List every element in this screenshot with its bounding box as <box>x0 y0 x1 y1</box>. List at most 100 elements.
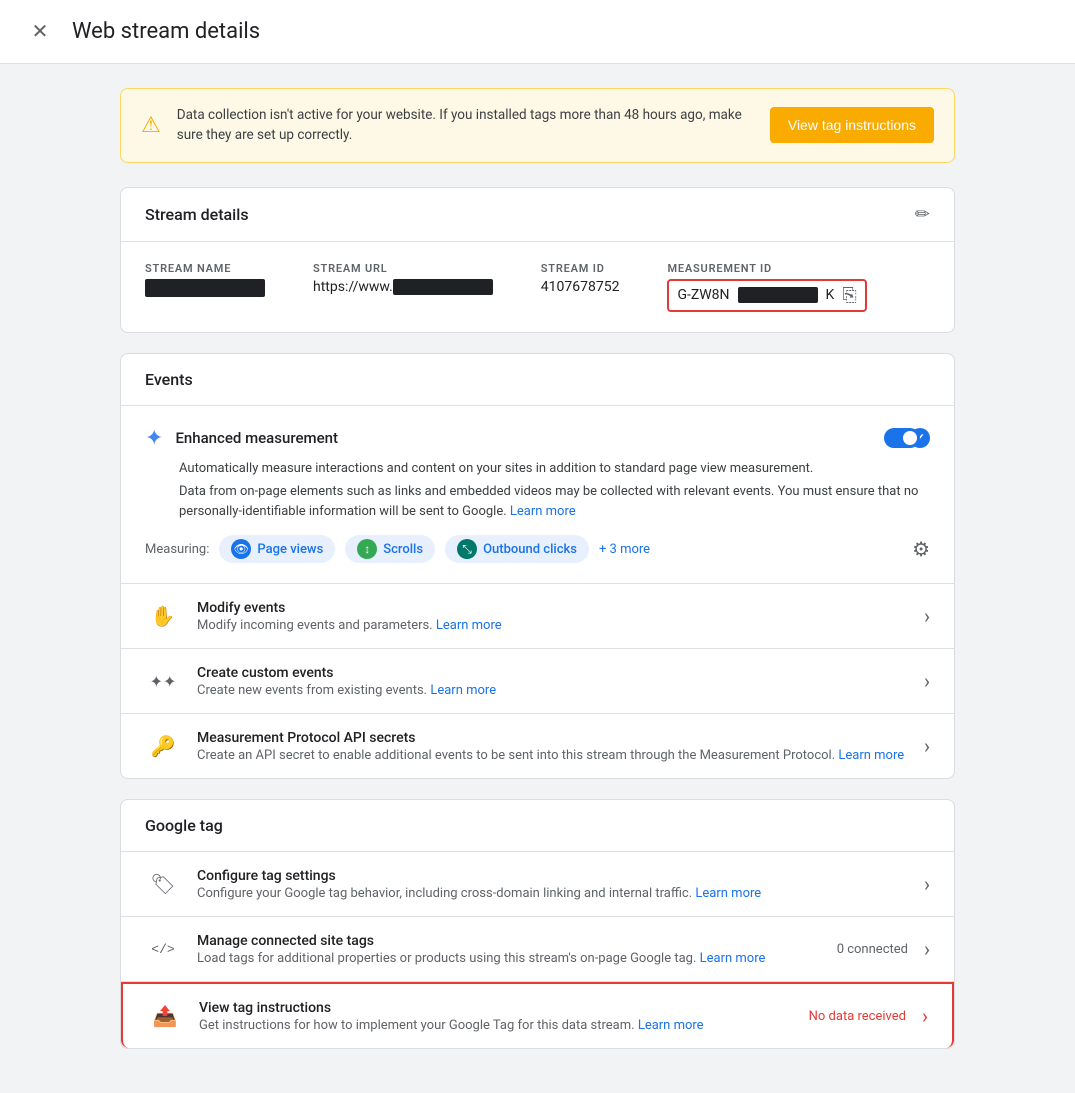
connected-status: 0 connected <box>837 942 908 957</box>
measurement-protocol-info: Measurement Protocol API secrets Create … <box>197 730 908 763</box>
measurement-protocol-desc: Create an API secret to enable additiona… <box>197 748 908 763</box>
manage-connected-title: Manage connected site tags <box>197 933 821 949</box>
create-custom-events-chevron: › <box>924 669 930 693</box>
measurement-id-value <box>738 287 818 303</box>
measuring-label: Measuring: <box>145 542 209 557</box>
page-views-label: Page views <box>257 542 323 557</box>
stream-url-label: STREAM URL <box>313 262 493 275</box>
copy-icon[interactable]: ⎘ <box>842 285 856 306</box>
configure-tag-chevron: › <box>924 872 930 896</box>
alert-text: Data collection isn't active for your we… <box>177 105 754 146</box>
create-custom-events-row[interactable]: ✦✦ Create custom events Create new event… <box>121 649 954 714</box>
measurement-id-suffix: K <box>826 287 835 303</box>
modify-events-learn-more[interactable]: Learn more <box>436 618 502 633</box>
alert-banner: ⚠ Data collection isn't active for your … <box>120 88 955 163</box>
measuring-row: Measuring: 👁 Page views ↕ Scrolls ⤡ Outb… <box>145 535 930 563</box>
enhanced-header: ✦ Enhanced measurement <box>145 426 930 451</box>
configure-tag-desc: Configure your Google tag behavior, incl… <box>197 886 908 901</box>
stream-details-header: Stream details ✏ <box>121 188 954 242</box>
events-card-header: Events <box>121 354 954 406</box>
manage-connected-icon: </> <box>145 931 181 967</box>
modify-events-row[interactable]: ✋ Modify events Modify incoming events a… <box>121 584 954 649</box>
view-tag-instructions-icon: 📤 <box>147 998 183 1034</box>
enhanced-title-row: ✦ Enhanced measurement <box>145 426 338 451</box>
manage-connected-desc: Load tags for additional properties or p… <box>197 951 821 966</box>
modify-events-info: Modify events Modify incoming events and… <box>197 600 908 633</box>
modify-events-chevron: › <box>924 604 930 628</box>
stream-fields: STREAM NAME STREAM URL https://www. STRE… <box>121 242 954 332</box>
modify-events-icon: ✋ <box>145 598 181 634</box>
stream-name-label: STREAM NAME <box>145 262 265 275</box>
enhanced-desc1: Automatically measure interactions and c… <box>179 459 930 479</box>
stream-id-field: STREAM ID 4107678752 <box>541 262 620 312</box>
create-custom-events-desc: Create new events from existing events. … <box>197 683 908 698</box>
create-custom-events-info: Create custom events Create new events f… <box>197 665 908 698</box>
enhanced-title: Enhanced measurement <box>175 429 338 447</box>
manage-connected-row[interactable]: </> Manage connected site tags Load tags… <box>121 917 954 982</box>
create-custom-events-title: Create custom events <box>197 665 908 681</box>
view-tag-instructions-desc: Get instructions for how to implement yo… <box>199 1018 793 1033</box>
measurement-id-field: MEASUREMENT ID G-ZW8N K ⎘ <box>667 262 866 312</box>
scrolls-icon: ↕ <box>357 539 377 559</box>
view-tag-instructions-info: View tag instructions Get instructions f… <box>199 1000 793 1033</box>
page-views-icon: 👁 <box>231 539 251 559</box>
page-views-chip[interactable]: 👁 Page views <box>219 535 335 563</box>
measurement-protocol-chevron: › <box>924 734 930 758</box>
create-custom-events-icon: ✦✦ <box>145 663 181 699</box>
measurement-id-box: G-ZW8N K ⎘ <box>667 279 866 312</box>
google-tag-header: Google tag <box>121 800 954 852</box>
enhanced-measurement-section: ✦ Enhanced measurement Automatically mea… <box>121 406 954 585</box>
warning-icon: ⚠ <box>141 113 161 138</box>
google-tag-title: Google tag <box>145 816 223 835</box>
enhanced-toggle[interactable] <box>884 428 920 448</box>
view-tag-instructions-learn-more[interactable]: Learn more <box>638 1018 704 1033</box>
page-header: ✕ Web stream details <box>0 0 1075 64</box>
close-button[interactable]: ✕ <box>24 16 56 48</box>
scrolls-label: Scrolls <box>383 542 423 557</box>
outbound-clicks-icon: ⤡ <box>457 539 477 559</box>
measuring-settings-icon[interactable]: ⚙ <box>912 537 930 561</box>
google-tag-card: Google tag 🏷 Configure tag settings Conf… <box>120 799 955 1049</box>
stream-url-field: STREAM URL https://www. <box>313 262 493 312</box>
edit-icon[interactable]: ✏ <box>915 204 930 225</box>
events-title: Events <box>145 370 193 389</box>
measurement-protocol-row[interactable]: 🔑 Measurement Protocol API secrets Creat… <box>121 714 954 778</box>
measurement-id-prefix: G-ZW8N <box>677 287 729 303</box>
manage-connected-info: Manage connected site tags Load tags for… <box>197 933 821 966</box>
stream-id-label: STREAM ID <box>541 262 620 275</box>
scrolls-chip[interactable]: ↕ Scrolls <box>345 535 435 563</box>
view-tag-instructions-button[interactable]: View tag instructions <box>770 107 934 143</box>
configure-tag-learn-more[interactable]: Learn more <box>695 886 761 901</box>
stream-id-value: 4107678752 <box>541 279 620 295</box>
create-custom-events-learn-more[interactable]: Learn more <box>430 683 496 698</box>
configure-tag-title: Configure tag settings <box>197 868 908 884</box>
enhanced-learn-more[interactable]: Learn more <box>510 504 576 519</box>
close-icon: ✕ <box>32 19 49 44</box>
outbound-clicks-label: Outbound clicks <box>483 542 577 557</box>
sparkle-icon: ✦ <box>145 426 163 451</box>
configure-tag-info: Configure tag settings Configure your Go… <box>197 868 908 901</box>
enhanced-toggle-wrapper[interactable] <box>884 428 930 448</box>
measurement-id-label: MEASUREMENT ID <box>667 262 866 275</box>
more-chips-button[interactable]: + 3 more <box>599 542 650 557</box>
stream-name-field: STREAM NAME <box>145 262 265 312</box>
view-tag-instructions-chevron: › <box>922 1004 928 1028</box>
manage-connected-learn-more[interactable]: Learn more <box>700 951 766 966</box>
outbound-clicks-chip[interactable]: ⤡ Outbound clicks <box>445 535 589 563</box>
manage-connected-chevron: › <box>924 937 930 961</box>
configure-tag-row[interactable]: 🏷 Configure tag settings Configure your … <box>121 852 954 917</box>
page-title: Web stream details <box>72 19 260 44</box>
no-data-status: No data received <box>809 1009 906 1024</box>
measurement-protocol-learn-more[interactable]: Learn more <box>838 748 904 763</box>
main-content: ⚠ Data collection isn't active for your … <box>0 64 1075 1093</box>
configure-tag-icon: 🏷 <box>145 866 181 902</box>
measurement-protocol-title: Measurement Protocol API secrets <box>197 730 908 746</box>
stream-details-card: Stream details ✏ STREAM NAME STREAM URL … <box>120 187 955 333</box>
stream-name-value <box>145 279 265 297</box>
enhanced-desc2: Data from on-page elements such as links… <box>179 482 930 521</box>
view-tag-instructions-title: View tag instructions <box>199 1000 793 1016</box>
events-card: Events ✦ Enhanced measurement Automatica… <box>120 353 955 780</box>
stream-url-value: https://www. <box>313 279 493 295</box>
modify-events-desc: Modify incoming events and parameters. L… <box>197 618 908 633</box>
view-tag-instructions-row[interactable]: 📤 View tag instructions Get instructions… <box>121 982 954 1048</box>
